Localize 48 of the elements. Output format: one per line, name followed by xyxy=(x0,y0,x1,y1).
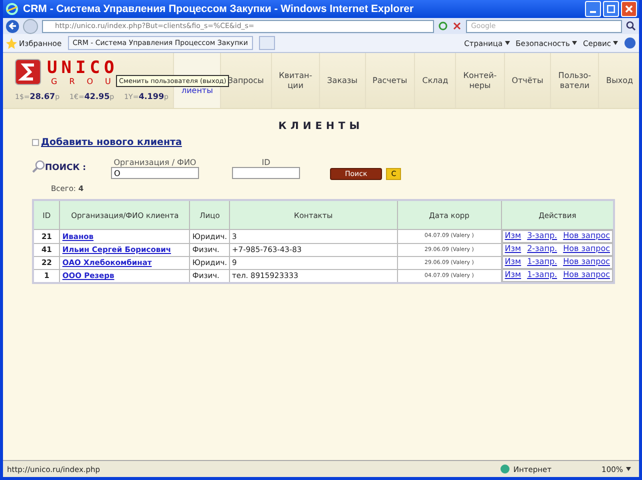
nav-tab[interactable]: Пользо- ватели xyxy=(550,53,598,108)
back-button[interactable] xyxy=(6,20,19,32)
requests-link[interactable]: 2-запр. xyxy=(527,244,558,255)
nav-tab[interactable]: Склад xyxy=(414,53,456,108)
window-title: CRM - Система Управления Процессом Закупки - Windows Internet Explorer xyxy=(23,3,414,15)
close-icon xyxy=(625,5,633,13)
edit-link[interactable]: Изм xyxy=(504,270,522,281)
new-request-link[interactable]: Нов запрос xyxy=(563,244,610,255)
expand-icon xyxy=(32,139,39,146)
id-field[interactable] xyxy=(232,167,300,179)
browser-icon xyxy=(5,2,19,16)
nav-tab[interactable]: Контей- неры xyxy=(455,53,504,108)
star-icon[interactable] xyxy=(6,38,17,48)
nav-tab[interactable]: Выход xyxy=(598,53,639,108)
requests-link[interactable]: 1-запр. xyxy=(527,257,558,268)
edit-link[interactable]: Изм xyxy=(504,244,522,255)
add-client-link[interactable]: Добавить нового клиента xyxy=(41,137,182,148)
refresh-button[interactable] xyxy=(438,21,448,31)
stop-button[interactable] xyxy=(452,21,462,31)
maximize-icon xyxy=(607,5,615,13)
new-request-link[interactable]: Нов запрос xyxy=(563,270,610,281)
search-icon[interactable] xyxy=(626,21,636,31)
caret-icon xyxy=(504,41,510,45)
caret-icon xyxy=(572,41,577,45)
logo-text: UNICO xyxy=(47,59,120,77)
nav-tab[interactable]: Заказы xyxy=(319,53,364,108)
page-title: КЛИЕНТЫ xyxy=(277,121,365,132)
magnifier-icon xyxy=(32,160,45,173)
organization-field[interactable]: О xyxy=(111,167,199,179)
caret-icon xyxy=(613,41,618,45)
nav-tab[interactable]: Отчёты xyxy=(504,53,550,108)
logo-icon xyxy=(15,59,41,85)
field-label: ID xyxy=(262,158,270,167)
new-request-link[interactable]: Нов запрос xyxy=(563,231,610,242)
requests-link[interactable]: 1-запр. xyxy=(527,270,558,281)
edit-link[interactable]: Изм xyxy=(504,231,522,242)
caret-icon xyxy=(626,467,631,471)
field-label: Организация / ФИО xyxy=(114,158,196,167)
close-button[interactable] xyxy=(621,1,637,17)
nav-tab[interactable]: Расчеты xyxy=(364,53,414,108)
search-label: ПОИСК : xyxy=(45,163,86,173)
minimize-button[interactable] xyxy=(585,1,601,17)
edit-link[interactable]: Изм xyxy=(504,257,522,268)
maximize-button[interactable] xyxy=(603,1,619,17)
nav-tab[interactable]: Квитан- ции xyxy=(270,53,320,108)
new-request-link[interactable]: Нов запрос xyxy=(563,257,610,268)
requests-link[interactable]: 3-запр. xyxy=(527,231,558,242)
globe-icon xyxy=(500,464,510,474)
